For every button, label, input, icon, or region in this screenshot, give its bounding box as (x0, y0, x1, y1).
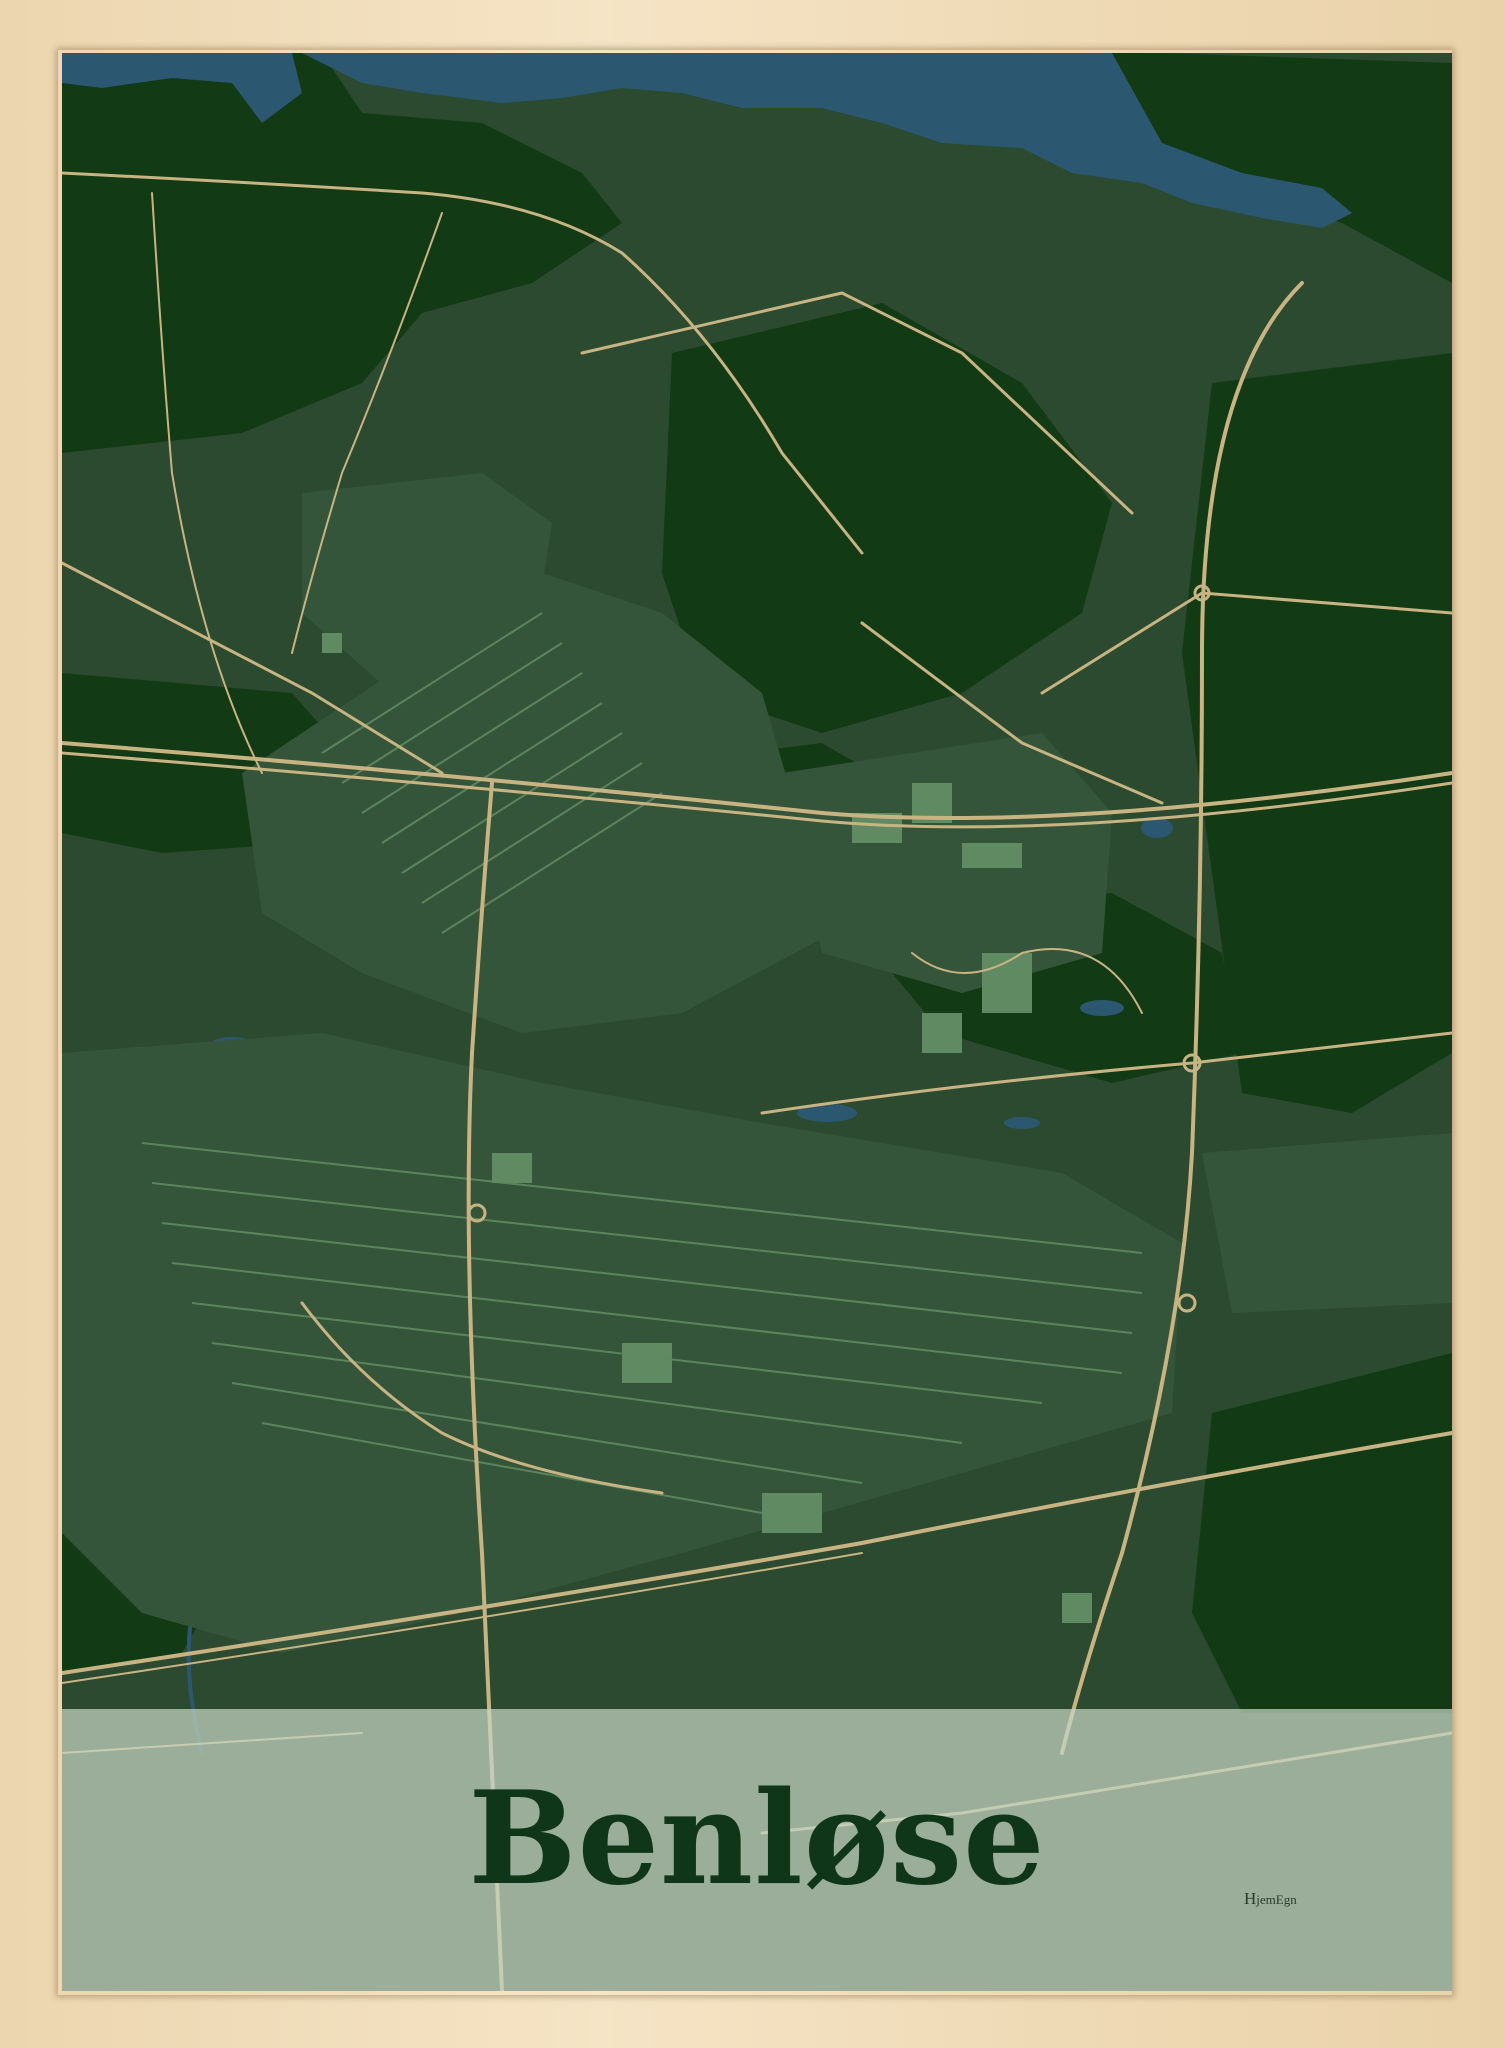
building-9 (1062, 1593, 1092, 1623)
pond-5 (1004, 1117, 1040, 1129)
pond-2 (1080, 1000, 1124, 1016)
field-east-south (1202, 1133, 1452, 1313)
city-title: Benløse (468, 1764, 1046, 1914)
map-canvas (62, 53, 1452, 1991)
map-poster: Benløse HjemEgn (62, 53, 1452, 1991)
building-3 (962, 843, 1022, 868)
brand-name: jemEgn (1256, 1892, 1297, 1907)
brand-logo: HjemEgn (1244, 1889, 1297, 1909)
building-8 (762, 1493, 822, 1533)
building-7 (622, 1343, 672, 1383)
field-industrial (782, 733, 1112, 993)
brand-initial: H (1244, 1889, 1257, 1908)
pond-1 (1141, 818, 1173, 838)
building-5 (922, 1013, 962, 1053)
building-6 (492, 1153, 532, 1183)
building-10 (322, 633, 342, 653)
